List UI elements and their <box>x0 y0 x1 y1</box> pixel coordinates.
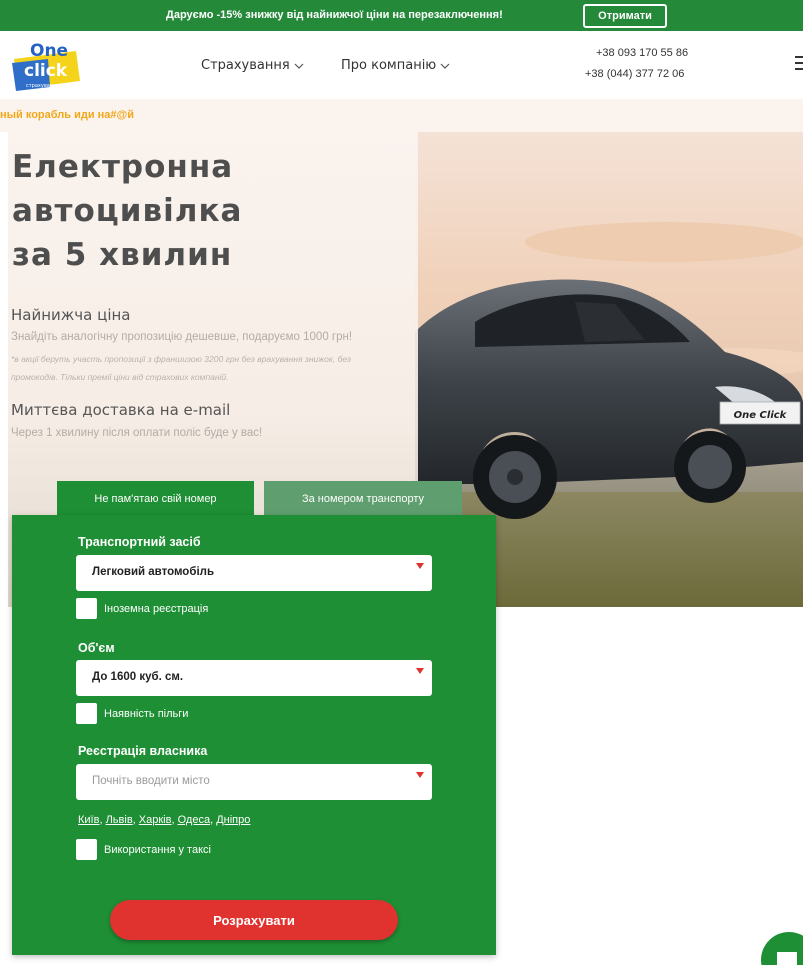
hamburger-icon[interactable] <box>795 56 803 70</box>
required-marker-icon <box>416 772 424 778</box>
feature-note-line-1: *в акції беруть участь пропозиції з фран… <box>11 354 351 364</box>
plate-text: One Click <box>734 410 788 421</box>
calc-form: Транспортний засіб Легковий автомобіль І… <box>12 515 496 955</box>
feature-delivery-text: Через 1 хвилину після оплати поліс буде … <box>11 427 263 439</box>
taxi-label: Використання у таксі <box>104 843 211 856</box>
volume-select-value: До 1600 куб. см. <box>92 671 184 683</box>
city-link-kyiv[interactable]: Київ <box>78 814 99 826</box>
vehicle-select-value: Легковий автомобіль <box>92 566 215 578</box>
benefit-checkbox[interactable]: Наявність пільги <box>76 703 188 724</box>
logo-word-click: click <box>24 61 68 81</box>
city-input[interactable]: Почніть вводити місто <box>76 764 432 800</box>
city-input-placeholder: Почніть вводити місто <box>92 775 210 787</box>
chat-button[interactable] <box>761 932 803 965</box>
tab-forgot-number[interactable]: Не пам'ятаю свій номер <box>57 481 254 516</box>
oneclick-logo[interactable]: One click страхування <box>10 37 84 93</box>
chat-bubble-icon <box>777 952 797 965</box>
vehicle-select[interactable]: Легковий автомобіль <box>76 555 432 591</box>
phone-landline[interactable]: +38 (044) 377 72 06 <box>585 68 684 80</box>
foreign-registration-checkbox[interactable]: Іноземна реєстрація <box>76 598 208 619</box>
promo-bar: Даруємо -15% знижку від найнижчої ціни н… <box>0 0 803 31</box>
chevron-down-icon <box>440 63 450 69</box>
city-link-kharkiv[interactable]: Харків <box>139 814 172 826</box>
logo-word-one: One <box>30 41 68 61</box>
checkbox-box[interactable] <box>76 598 97 619</box>
registration-label: Реєстрація власника <box>78 744 208 758</box>
tab-by-plate-number[interactable]: За номером транспорту <box>264 481 462 516</box>
checkbox-box[interactable] <box>76 703 97 724</box>
site-header: One click страхування Страхування Про ко… <box>0 31 803 99</box>
city-link-odesa[interactable]: Одеса <box>178 814 210 826</box>
foreign-registration-label: Іноземна реєстрація <box>104 602 209 615</box>
hero-title-line-1: Електронна <box>12 149 234 185</box>
feature-lowest-price-text: Знайдіть аналогічну пропозицію дешевше, … <box>11 331 353 343</box>
quick-cities: Київ, Львів, Харків, Одеса, Дніпро <box>78 814 251 826</box>
ticker-text: ный корабль иди на#@й <box>0 109 135 121</box>
promo-text: Даруємо -15% знижку від найнижчої ціни н… <box>166 9 503 21</box>
nav-about-label: Про компанію <box>341 58 437 73</box>
feature-lowest-price-heading: Найнижча ціна <box>11 306 131 324</box>
required-marker-icon <box>416 668 424 674</box>
vehicle-label: Транспортний засіб <box>78 535 201 549</box>
feature-delivery-heading: Миттєва доставка на e-mail <box>11 401 231 419</box>
feature-note-line-2: промокодів. Тільки премії ціни від страх… <box>11 372 229 382</box>
nav-about[interactable]: Про компанію <box>341 58 450 73</box>
calculate-button[interactable]: Розрахувати <box>110 900 398 940</box>
benefit-label: Наявність пільги <box>104 707 189 720</box>
ticker-strip: ный корабль иди на#@й <box>0 99 803 132</box>
required-marker-icon <box>416 563 424 569</box>
city-link-lviv[interactable]: Львів <box>106 814 133 826</box>
hero-title: Електронна автоцивілка за 5 хвилин <box>12 145 242 277</box>
hero-title-line-3: за 5 хвилин <box>12 237 233 273</box>
promo-get-button[interactable]: Отримати <box>583 4 667 28</box>
taxi-checkbox[interactable]: Використання у таксі <box>76 839 211 860</box>
logo-word-insurance: страхування <box>26 83 59 89</box>
nav-insurance-label: Страхування <box>201 58 290 73</box>
checkbox-box[interactable] <box>76 839 97 860</box>
chevron-down-icon <box>294 63 304 69</box>
volume-label: Об'єм <box>78 641 115 655</box>
phone-mobile[interactable]: +38 093 170 55 86 <box>596 47 688 59</box>
city-link-dnipro[interactable]: Дніпро <box>216 814 250 826</box>
volume-select[interactable]: До 1600 куб. см. <box>76 660 432 696</box>
hero-title-line-2: автоцивілка <box>12 193 243 229</box>
nav-insurance[interactable]: Страхування <box>201 58 304 73</box>
